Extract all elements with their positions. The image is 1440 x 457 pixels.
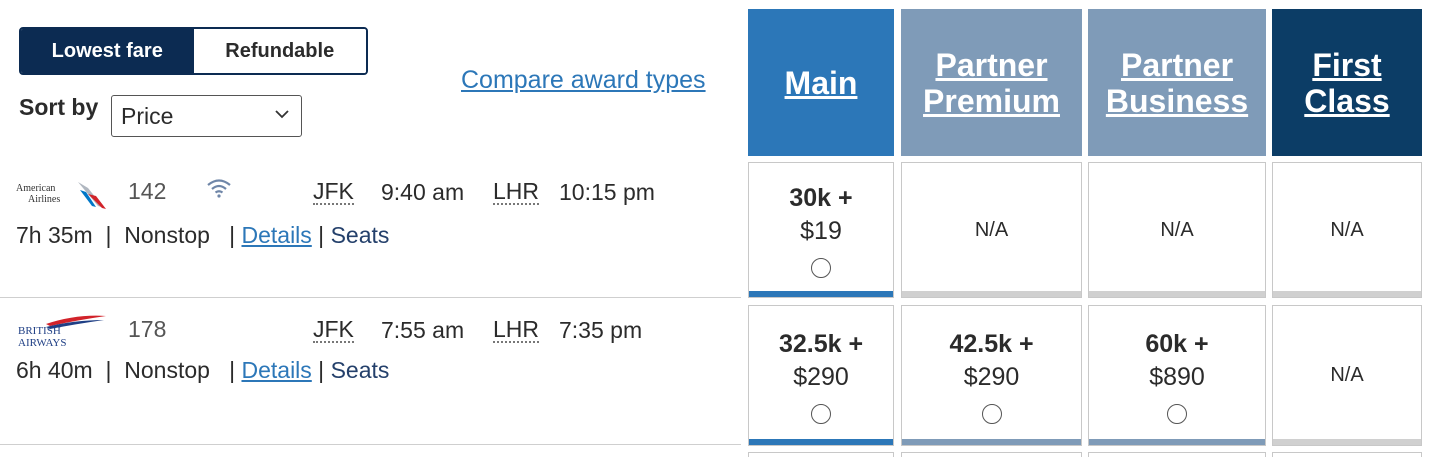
- fare-cell-partner-business[interactable]: 60k + $890: [1088, 305, 1266, 446]
- fare-cash: $290: [963, 362, 1020, 391]
- fare-type-toggle: Lowest fare Refundable: [19, 27, 368, 75]
- fare-bar: [749, 291, 893, 297]
- departure-time: 7:55 am: [381, 317, 465, 343]
- fare-radio[interactable]: [811, 258, 831, 278]
- award-results-page: Lowest fare Refundable Sort by Price Com…: [0, 0, 1440, 457]
- fare-cell-main[interactable]: 32.5k + $290: [748, 305, 894, 446]
- fare-cash: $890: [1149, 362, 1205, 391]
- fare-bar: [1273, 439, 1421, 445]
- fare-miles: 30k +: [789, 184, 853, 212]
- column-header-partner-business-line1: Partner: [1120, 46, 1234, 83]
- flight-row: American Airlines 142 JFK 9:40 am LHR 10…: [0, 160, 741, 298]
- column-header-first-class-line2: Class: [1304, 82, 1390, 119]
- fare-cell-first-class: N/A: [1272, 162, 1422, 298]
- seats-link[interactable]: Seats: [331, 222, 390, 248]
- flight-stops: Nonstop: [124, 222, 210, 248]
- fare-cell-main[interactable]: 30k + $19: [748, 162, 894, 298]
- column-header-partner-business[interactable]: Partner Business: [1088, 9, 1266, 156]
- fare-not-available: N/A: [1160, 218, 1194, 241]
- fare-cell-next-row: [901, 452, 1082, 457]
- wifi-icon: [207, 179, 231, 198]
- chevron-down-icon: [275, 110, 289, 119]
- fare-miles: 42.5k +: [949, 329, 1034, 358]
- column-header-partner-premium-line2: Premium: [923, 82, 1060, 119]
- sort-by-label: Sort by: [19, 94, 99, 120]
- arrival-time: 7:35 pm: [559, 317, 643, 343]
- fare-radio[interactable]: [981, 403, 1002, 424]
- fare-radio[interactable]: [1167, 403, 1187, 424]
- fare-radio[interactable]: [811, 403, 831, 424]
- departure-time: 9:40 am: [381, 179, 465, 205]
- fare-miles: 32.5k +: [778, 329, 864, 358]
- destination-airport[interactable]: LHR: [493, 317, 540, 343]
- flight-number: 178: [128, 316, 167, 342]
- row-divider: [0, 444, 741, 445]
- column-header-partner-premium-line1: Partner: [935, 46, 1048, 83]
- fare-cash: $290: [793, 362, 849, 391]
- flight-meta: 6h 40m | Nonstop | Details | Seats: [16, 357, 390, 383]
- fare-bar: [1273, 291, 1421, 297]
- seats-link[interactable]: Seats: [331, 357, 390, 383]
- sort-selected-value: Price: [121, 102, 174, 129]
- flight-row: BRITISH AIRWAYS 178 JFK 7:55 am LHR 7:35…: [0, 300, 741, 445]
- fare-bar: [902, 439, 1081, 445]
- flight-stops: Nonstop: [124, 357, 210, 383]
- origin-airport[interactable]: JFK: [313, 317, 354, 343]
- fare-cell-partner-business: N/A: [1088, 162, 1266, 298]
- british-airways-logo: BRITISH AIRWAYS: [18, 315, 106, 348]
- refundable-option[interactable]: Refundable: [193, 29, 366, 73]
- column-header-first-class-line1: First: [1312, 46, 1382, 83]
- details-link[interactable]: Details: [241, 222, 311, 248]
- column-header-partner-business-line2: Business: [1105, 82, 1249, 119]
- origin-airport[interactable]: JFK: [313, 179, 354, 205]
- fare-cell-partner-premium[interactable]: 42.5k + $290: [901, 305, 1082, 446]
- flight-meta: 7h 35m | Nonstop | Details | Seats: [16, 222, 390, 248]
- fare-cash: $19: [800, 217, 842, 245]
- details-link[interactable]: Details: [241, 357, 311, 383]
- fare-cell-partner-premium: N/A: [901, 162, 1082, 298]
- fare-bar: [1089, 439, 1265, 445]
- flight-number: 142: [128, 178, 167, 204]
- row-divider: [0, 297, 741, 298]
- fare-bar: [1089, 291, 1265, 297]
- fare-cell-next-row: [1088, 452, 1266, 457]
- svg-text:American: American: [16, 183, 55, 194]
- column-header-first-class[interactable]: First Class: [1272, 9, 1422, 156]
- fare-not-available: N/A: [1330, 364, 1364, 386]
- fare-not-available: N/A: [1330, 218, 1364, 241]
- compare-award-types-link[interactable]: Compare award types: [461, 66, 706, 95]
- svg-text:BRITISH: BRITISH: [18, 325, 61, 337]
- fare-bar: [902, 291, 1081, 297]
- arrival-time: 10:15 pm: [559, 179, 655, 205]
- fare-bar: [749, 439, 893, 445]
- column-header-partner-premium[interactable]: Partner Premium: [901, 9, 1082, 156]
- fare-miles: 60k +: [1145, 329, 1209, 358]
- column-header-main[interactable]: Main: [748, 9, 894, 156]
- fare-cell-next-row: [1272, 452, 1422, 457]
- flight-duration: 6h 40m: [16, 357, 93, 383]
- column-header-main-label: Main: [784, 64, 858, 101]
- fare-cell-next-row: [748, 452, 894, 457]
- lowest-fare-option[interactable]: Lowest fare: [21, 29, 194, 73]
- svg-text:Airlines: Airlines: [28, 194, 60, 205]
- sort-select[interactable]: Price: [111, 95, 302, 137]
- flight-duration: 7h 35m: [16, 222, 93, 248]
- destination-airport[interactable]: LHR: [493, 179, 540, 205]
- svg-text:AIRWAYS: AIRWAYS: [18, 337, 67, 348]
- fare-not-available: N/A: [974, 218, 1009, 241]
- fare-cell-first-class: N/A: [1272, 305, 1422, 446]
- american-airlines-logo: American Airlines: [16, 182, 106, 209]
